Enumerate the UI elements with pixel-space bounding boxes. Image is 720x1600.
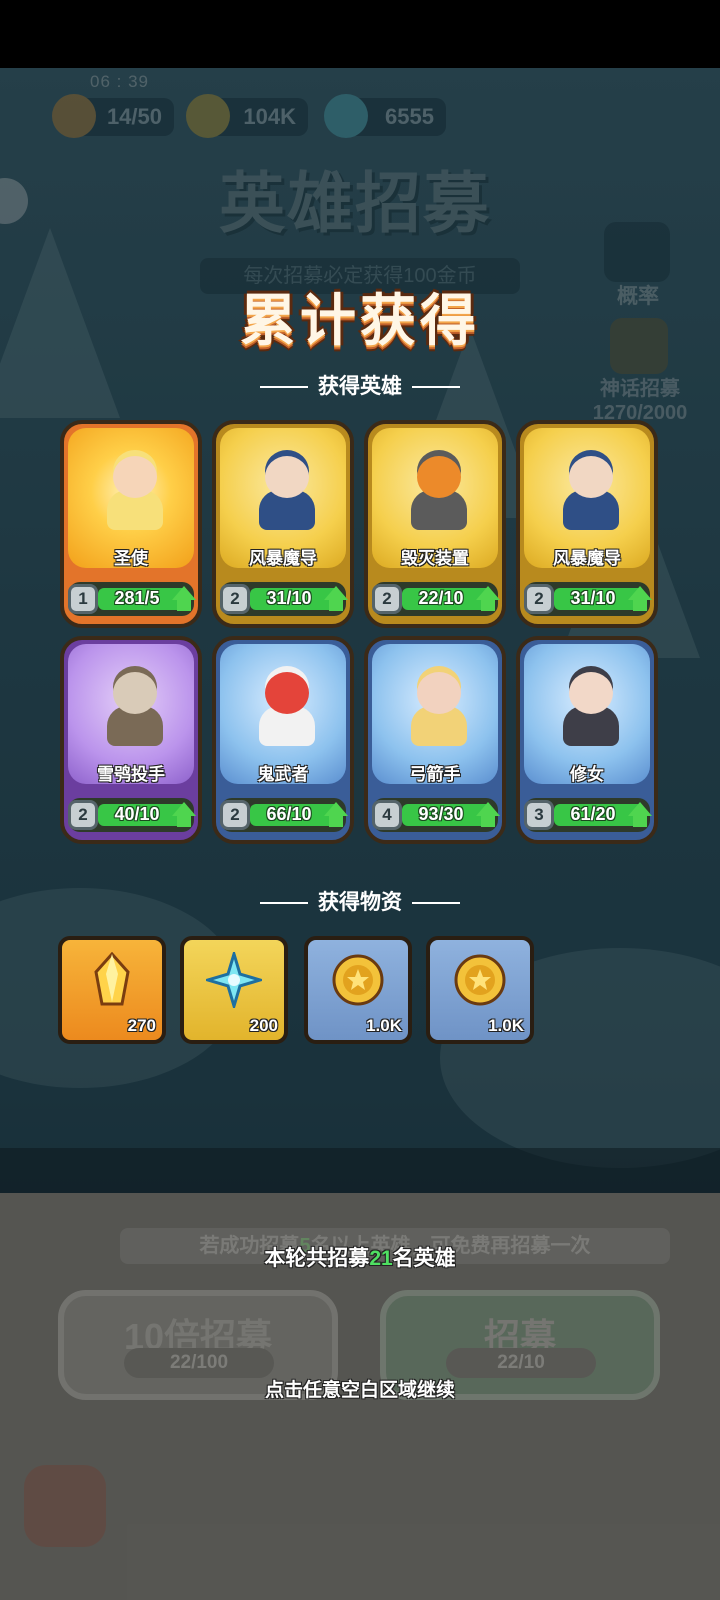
gold-coin-icon — [452, 952, 508, 1008]
upgrade-arrow-stem — [481, 599, 495, 611]
reward-item-tile[interactable]: 1.0K — [304, 936, 412, 1044]
hero-level-badge: 3 — [524, 800, 554, 830]
upgrade-arrow-icon — [476, 586, 500, 600]
summary-suffix: 名英雄 — [392, 1247, 456, 1270]
gold-crystal-icon — [84, 951, 140, 1008]
hero-shard-count: 40/10 — [114, 804, 160, 824]
items-section-heading: 获得物资 — [0, 886, 720, 916]
hero-shard-count: 31/10 — [266, 588, 312, 608]
hero-card[interactable]: 毁灭装置 2 22/10 — [364, 420, 506, 628]
item-quantity: 1.0K — [488, 1016, 524, 1035]
continue-hint: 点击任意空白区域继续 — [264, 1380, 455, 1401]
hero-portrait-icon — [101, 666, 169, 746]
hero-shard-count: 22/10 — [418, 588, 464, 608]
hero-shard-count: 281/5 — [114, 588, 160, 608]
hero-name: 毁灭装置 — [401, 549, 469, 568]
upgrade-arrow-icon — [324, 586, 348, 600]
hero-name: 风暴魔导 — [249, 549, 317, 568]
heroes-section-heading: 获得英雄 — [0, 370, 720, 400]
hero-level-badge: 2 — [68, 800, 98, 830]
hero-card[interactable]: 风暴魔导 2 31/10 — [516, 420, 658, 628]
gold-coin-icon — [330, 952, 386, 1008]
hero-level-badge: 4 — [372, 800, 402, 830]
hero-card[interactable]: 鬼武者 2 66/10 — [212, 636, 354, 844]
hero-level-badge: 2 — [220, 584, 250, 614]
hero-portrait-icon — [253, 450, 321, 530]
summary-prefix: 本轮共招募 — [264, 1247, 370, 1270]
divider — [260, 902, 308, 905]
upgrade-arrow-stem — [177, 815, 191, 827]
hero-portrait-icon — [101, 450, 169, 530]
upgrade-arrow-icon — [172, 586, 196, 600]
hero-portrait-icon — [557, 450, 625, 530]
hero-shard-count: 31/10 — [570, 588, 616, 608]
upgrade-arrow-stem — [177, 599, 191, 611]
upgrade-arrow-icon — [628, 802, 652, 816]
hero-card[interactable]: 弓箭手 4 93/30 — [364, 636, 506, 844]
items-heading-text: 获得物资 — [318, 891, 402, 914]
hero-card[interactable]: 风暴魔导 2 31/10 — [212, 420, 354, 628]
hero-name: 鬼武者 — [257, 765, 309, 784]
cumulative-rewards-title: 累计获得 — [240, 289, 480, 352]
hero-name: 雪鸮投手 — [97, 765, 165, 784]
upgrade-arrow-stem — [481, 815, 495, 827]
hero-name: 风暴魔导 — [553, 549, 621, 568]
upgrade-arrow-icon — [628, 586, 652, 600]
item-quantity: 200 — [249, 1016, 278, 1035]
recruit-summary: 本轮共招募21名英雄 — [0, 1242, 720, 1272]
upgrade-arrow-stem — [633, 815, 647, 827]
reward-item-tile[interactable]: 270 — [58, 936, 166, 1044]
item-quantity: 1.0K — [366, 1016, 402, 1035]
status-bar-area — [0, 0, 720, 68]
divider — [412, 902, 460, 905]
hero-shard-count: 66/10 — [266, 804, 312, 824]
hero-name: 修女 — [570, 765, 604, 784]
hero-level-badge: 1 — [68, 584, 98, 614]
upgrade-arrow-stem — [329, 599, 343, 611]
divider — [260, 386, 308, 389]
hero-level-badge: 2 — [220, 800, 250, 830]
hero-portrait-icon — [405, 450, 473, 530]
divider — [412, 386, 460, 389]
snowflake-crystal-icon — [202, 948, 266, 1012]
upgrade-arrow-icon — [172, 802, 196, 816]
upgrade-arrow-stem — [633, 599, 647, 611]
hero-shard-count: 61/20 — [570, 804, 616, 824]
hero-portrait-icon — [557, 666, 625, 746]
hero-name: 弓箭手 — [409, 765, 461, 784]
reward-item-tile[interactable]: 200 — [180, 936, 288, 1044]
upgrade-arrow-icon — [324, 802, 348, 816]
hero-portrait-icon — [405, 666, 473, 746]
upgrade-arrow-stem — [329, 815, 343, 827]
game-screen[interactable]: 06 : 39 14/50 104K 6555 英雄招募 每次招募必定获得100… — [0, 0, 720, 1600]
hero-name: 圣使 — [114, 549, 148, 568]
summary-count: 21 — [369, 1247, 393, 1270]
hero-level-badge: 2 — [372, 584, 402, 614]
hero-card[interactable]: 圣使 1 281/5 — [60, 420, 202, 628]
hero-level-badge: 2 — [524, 584, 554, 614]
item-quantity: 270 — [127, 1016, 156, 1035]
hero-portrait-icon — [253, 666, 321, 746]
upgrade-arrow-icon — [476, 802, 500, 816]
hero-card[interactable]: 雪鸮投手 2 40/10 — [60, 636, 202, 844]
hero-shard-count: 93/30 — [418, 804, 464, 824]
heroes-heading-text: 获得英雄 — [318, 375, 402, 398]
reward-item-tile[interactable]: 1.0K — [426, 936, 534, 1044]
hero-card[interactable]: 修女 3 61/20 — [516, 636, 658, 844]
